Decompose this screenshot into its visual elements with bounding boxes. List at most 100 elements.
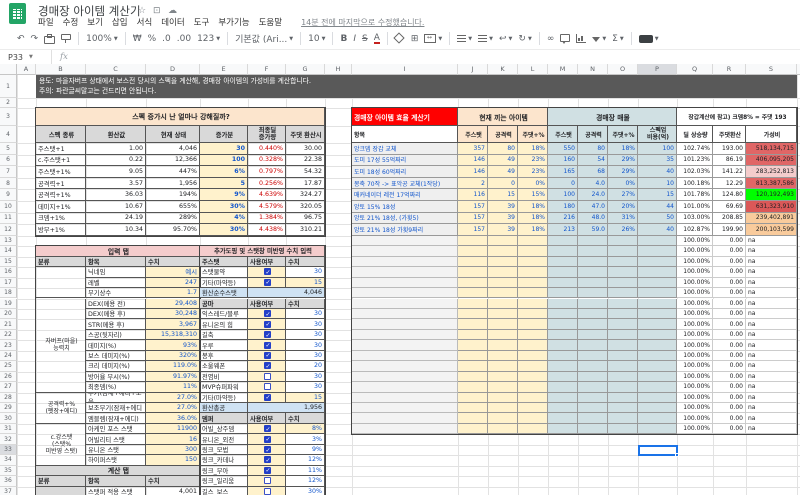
auction-cur-empty-r30[interactable] xyxy=(518,413,548,423)
row-header-21[interactable]: 21 xyxy=(0,319,17,329)
spec-cell-r10-c1[interactable]: 10.67 xyxy=(86,201,146,213)
auction-cur-empty-r23[interactable] xyxy=(458,340,488,350)
auction-cur-empty-r25[interactable] xyxy=(458,361,488,371)
functions-button[interactable]: Σ▼ xyxy=(612,34,624,44)
spec-cell-r9-c2[interactable]: 194% xyxy=(146,189,200,201)
input-value-r16[interactable]: 예시 xyxy=(146,267,200,277)
doping-value-r25[interactable]: 20 xyxy=(286,361,325,371)
input-value-r17[interactable]: 247 xyxy=(146,278,200,288)
column-header-A[interactable]: A xyxy=(17,64,36,75)
auction-name-r11[interactable]: 앙토 21% 18성, (가횟5) xyxy=(352,213,458,225)
auction-cur-empty-r20[interactable] xyxy=(458,309,488,319)
auction-mkt-empty-r30[interactable] xyxy=(548,413,578,423)
auction-name-r17[interactable] xyxy=(352,278,458,288)
doping-checkbox-cell-r36[interactable] xyxy=(248,476,286,486)
auction-mkt-r9-3[interactable]: 15 xyxy=(638,189,677,201)
auction-conv-r15[interactable]: 0.00 xyxy=(713,257,746,267)
auction-header-1[interactable]: 주스탯 xyxy=(458,126,488,143)
menu-7[interactable]: 부가기능 xyxy=(218,16,249,28)
doping-checkbox-cell-r17[interactable] xyxy=(248,278,286,288)
auction-conv-r20[interactable]: 0.00 xyxy=(713,309,746,319)
doping-checkbox-cell-r33[interactable] xyxy=(248,445,286,455)
auction-mkt-empty-r29[interactable] xyxy=(638,403,677,413)
select-all-corner[interactable] xyxy=(0,64,17,75)
menu-0[interactable]: 파일 xyxy=(38,16,54,28)
checkbox-checked[interactable] xyxy=(264,446,271,453)
auction-mkt-r7-0[interactable]: 165 xyxy=(548,166,578,178)
auction-cur-r7-1[interactable]: 49 xyxy=(488,166,518,178)
auction-cur-r6-2[interactable]: 23% xyxy=(518,155,548,167)
checkbox-unchecked[interactable] xyxy=(264,373,271,380)
bold-button[interactable]: B xyxy=(340,34,347,44)
auction-mkt-empty-r18[interactable] xyxy=(578,288,608,298)
auction-cur-empty-r25[interactable] xyxy=(488,361,518,371)
input-value-r23[interactable]: 93% xyxy=(146,340,200,350)
auction-cur-empty-r19[interactable] xyxy=(458,299,488,309)
auction-mkt-empty-r29[interactable] xyxy=(548,403,578,413)
auction-cur-empty-r14[interactable] xyxy=(518,246,548,256)
checkbox-checked[interactable] xyxy=(264,436,271,443)
auction-gain-r29[interactable]: 100.00% xyxy=(677,403,713,413)
auction-mkt-r12-3[interactable]: 40 xyxy=(638,224,677,236)
auction-name-r12[interactable]: 앙토 21% 18성 가횟9짜리 xyxy=(352,224,458,236)
auction-name-r8[interactable]: 몽축 70작 -> 표악공 교체(1작당) xyxy=(352,178,458,190)
auction-cur-empty-r27[interactable] xyxy=(518,382,548,392)
auction-mkt-empty-r15[interactable] xyxy=(638,257,677,267)
doping-value-r35[interactable]: 11% xyxy=(286,466,325,476)
auction-cur-empty-r27[interactable] xyxy=(488,382,518,392)
checkbox-checked[interactable] xyxy=(264,279,271,286)
spec-cell-r8-c5[interactable]: 17.87 xyxy=(286,178,325,190)
auction-conv-r17[interactable]: 0.00 xyxy=(713,278,746,288)
auction-conv-r27[interactable]: 0.00 xyxy=(713,382,746,392)
auction-header-10[interactable]: 가성비 xyxy=(746,126,797,143)
auction-mkt-empty-r26[interactable] xyxy=(638,372,677,382)
calc-value[interactable]: 4,001 xyxy=(146,487,200,495)
font-size-select[interactable]: 10▼ xyxy=(308,34,325,44)
auction-cur-empty-r19[interactable] xyxy=(488,299,518,309)
spec-cell-r6-c1[interactable]: 0.22 xyxy=(86,155,146,167)
auction-mkt-empty-r30[interactable] xyxy=(638,413,677,423)
auction-eff-r29[interactable]: na xyxy=(746,403,797,413)
input-value-r31[interactable]: 11900 xyxy=(146,424,200,434)
auction-gain-r30[interactable]: 100.00% xyxy=(677,413,713,423)
auction-mkt-empty-r20[interactable] xyxy=(608,309,638,319)
spec-cell-r5-c0[interactable]: 주스탯+1 xyxy=(36,143,86,155)
auction-mkt-empty-r14[interactable] xyxy=(608,246,638,256)
spec-cell-r10-c3[interactable]: 30% xyxy=(200,201,248,213)
doping-value-r22[interactable]: 30 xyxy=(286,330,325,340)
doping-hdr-r30-0[interactable]: 뎀퍼 xyxy=(200,413,248,423)
auction-gain-r19[interactable]: 100.00% xyxy=(677,299,713,309)
doping-label-r31[interactable]: 어빌_상주뎀 xyxy=(200,424,248,434)
auction-mkt-empty-r22[interactable] xyxy=(548,330,578,340)
column-header-K[interactable]: K xyxy=(488,64,518,75)
auction-conv-r8[interactable]: 12.29 xyxy=(713,178,746,190)
spec-cell-r12-c4[interactable]: 4.438% xyxy=(248,224,286,236)
auction-gain-r23[interactable]: 100.00% xyxy=(677,340,713,350)
doping-hdr-r15-0[interactable]: 주스탯 xyxy=(200,257,248,267)
auction-conv-r18[interactable]: 0.00 xyxy=(713,288,746,298)
doping-value-r24[interactable]: 30 xyxy=(286,351,325,361)
print-icon[interactable] xyxy=(44,34,55,44)
row-header-32[interactable]: 32 xyxy=(0,434,17,444)
auction-conv-r28[interactable]: 0.00 xyxy=(713,393,746,403)
auction-mkt-empty-r15[interactable] xyxy=(608,257,638,267)
auction-name-r29[interactable] xyxy=(352,403,458,413)
doping-checkbox-cell-r35[interactable] xyxy=(248,466,286,476)
checkbox-unchecked[interactable] xyxy=(264,383,271,390)
spec-cell-r9-c0[interactable]: 공격력+1% xyxy=(36,189,86,201)
spec-cell-r12-c3[interactable]: 30% xyxy=(200,224,248,236)
menu-6[interactable]: 도구 xyxy=(194,16,210,28)
input-label-r30[interactable]: 엠블렘(잠재+에디) xyxy=(86,413,146,423)
auction-mkt-empty-r19[interactable] xyxy=(638,299,677,309)
auction-gain-r10[interactable]: 101.00% xyxy=(677,201,713,213)
row-header-18[interactable]: 18 xyxy=(0,288,17,298)
calc-table-title[interactable]: 계산 탭 xyxy=(36,466,200,476)
input-label-r34[interactable]: 하이퍼스탯 xyxy=(86,455,146,465)
checkbox-checked[interactable] xyxy=(264,352,271,359)
filter-icon[interactable]: ▼ xyxy=(592,35,606,42)
checkbox-checked[interactable] xyxy=(264,362,271,369)
auction-name-r23[interactable] xyxy=(352,340,458,350)
auction-mkt-empty-r21[interactable] xyxy=(548,319,578,329)
more-formats-button[interactable]: 123▼ xyxy=(197,34,220,44)
auction-mkt-empty-r31[interactable] xyxy=(578,424,608,434)
